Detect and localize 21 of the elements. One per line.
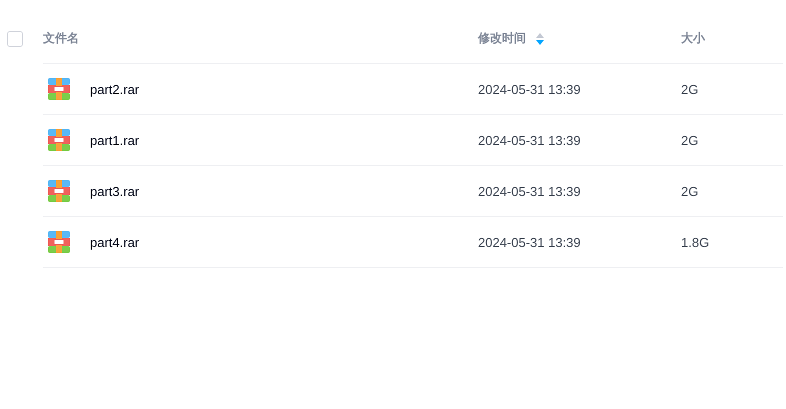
file-size: 2G [681, 82, 698, 96]
modified-time: 2024-05-31 13:39 [478, 234, 581, 250]
file-size: 2G [681, 184, 698, 198]
archive-file-icon [48, 78, 70, 100]
modified-time: 2024-05-31 13:39 [478, 132, 581, 148]
file-size: 1.8G [681, 234, 710, 250]
select-all-checkbox[interactable] [7, 31, 23, 47]
file-name[interactable]: part4.rar [90, 234, 140, 250]
column-header[interactable]: 修改时间 [478, 30, 526, 47]
modified-time: 2024-05-31 13:39 [478, 82, 581, 96]
file-name[interactable]: part3.rar [90, 184, 140, 198]
sort-icon[interactable] [536, 32, 544, 44]
file-name[interactable]: part1.rar [90, 132, 140, 148]
archive-file-icon [48, 129, 70, 151]
column-header[interactable]: 大小 [681, 30, 705, 47]
column-header[interactable]: 文件名 [43, 30, 79, 47]
file-size: 2G [681, 132, 698, 148]
archive-file-icon [48, 231, 70, 253]
modified-time: 2024-05-31 13:39 [478, 184, 581, 198]
file-name[interactable]: part2.rar [90, 82, 140, 96]
archive-file-icon [48, 180, 70, 202]
